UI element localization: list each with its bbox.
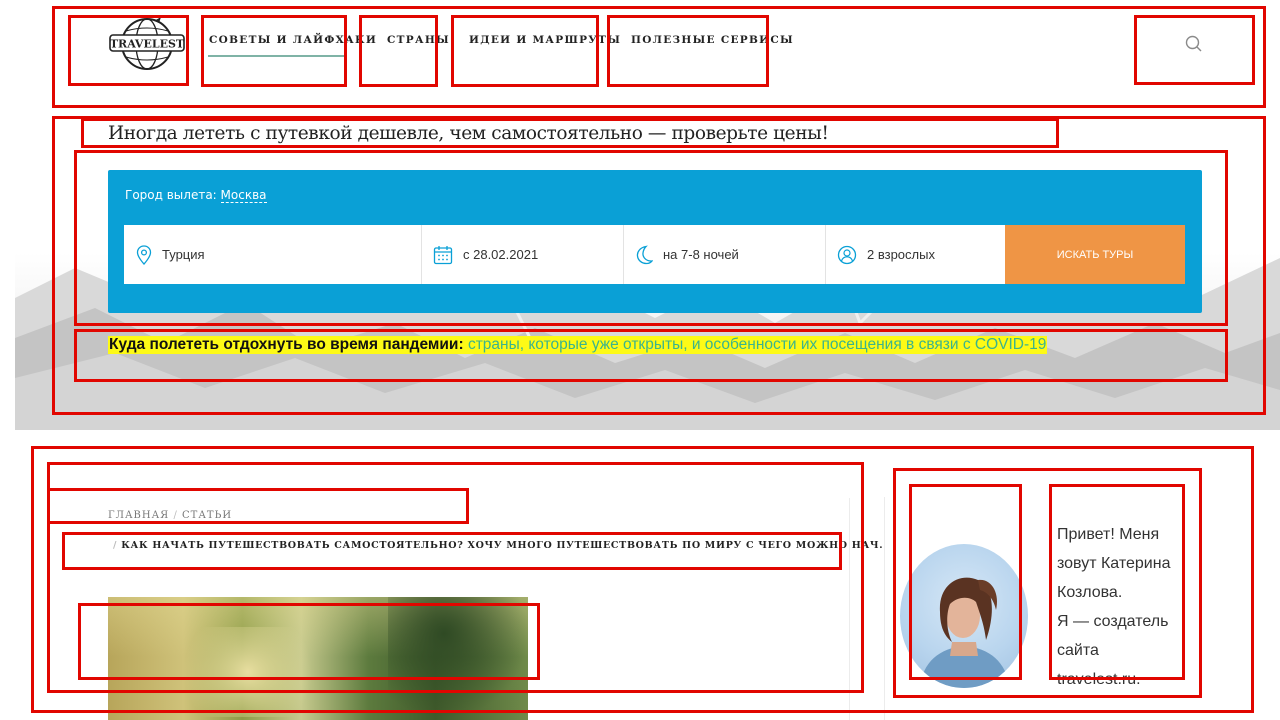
departure-city-select[interactable]: Москва: [220, 188, 267, 203]
search-tours-button[interactable]: Искать туры: [1005, 225, 1185, 284]
covid-countries-link[interactable]: страны, которые уже открыты, и особеннос…: [468, 336, 1046, 353]
bio-line: Я — создатель: [1057, 613, 1169, 630]
hero-title: Иногда лететь с путевкой дешевле, чем са…: [108, 123, 829, 144]
nights-field[interactable]: на 7-8 ночей: [624, 225, 825, 284]
bio-line: сайта: [1057, 642, 1099, 659]
destination-field[interactable]: Турция: [124, 225, 421, 284]
nav-useful-services[interactable]: Полезные сервисы: [631, 34, 794, 46]
globe-logo-icon: TRAVELEST: [109, 17, 185, 70]
moon-icon: [636, 245, 653, 264]
guests-field[interactable]: 2 взрослых: [826, 225, 1005, 284]
breadcrumb: Главная / Статьи: [108, 510, 232, 521]
nights-value: на 7-8 ночей: [663, 247, 739, 262]
bio-line: зовут Катерина: [1057, 555, 1171, 572]
bio-line: Привет! Меня: [1057, 526, 1160, 543]
author-photo: [920, 577, 1010, 688]
user-circle-icon: [837, 245, 857, 264]
covid-notice-title: Куда полететь отдохнуть во время пандеми…: [109, 336, 459, 353]
breadcrumb-current-page: / Как начать путешествовать самостоятель…: [113, 540, 883, 551]
covid-notice: Куда полететь отдохнуть во время пандеми…: [108, 336, 1048, 354]
guests-value: 2 взрослых: [867, 247, 935, 262]
breadcrumb-current-title: Как начать путешествовать самостоятельно…: [121, 540, 883, 551]
search-icon[interactable]: [1184, 34, 1204, 54]
departure-city-label: Город вылета:: [125, 188, 217, 202]
article-cover-image: [108, 597, 528, 720]
breadcrumb-separator: /: [173, 510, 178, 521]
location-pin-icon: [136, 244, 152, 265]
breadcrumb-separator: /: [113, 540, 118, 551]
date-value: с 28.02.2021: [463, 247, 539, 262]
author-bio: Привет! Меня зовут Катерина Козлова. Я —…: [1057, 520, 1192, 694]
nav-countries[interactable]: Страны: [387, 34, 450, 46]
author-avatar: [900, 544, 1028, 688]
site-header: [15, 0, 1280, 108]
nav-active-underline: [208, 55, 345, 57]
logo-text: TRAVELEST: [110, 38, 185, 51]
bio-line: travelest.ru.: [1057, 671, 1141, 688]
date-field[interactable]: с 28.02.2021: [422, 225, 623, 284]
covid-notice-colon: :: [458, 336, 464, 353]
calendar-icon: [433, 245, 453, 264]
breadcrumb-articles[interactable]: Статьи: [182, 510, 232, 521]
site-logo[interactable]: TRAVELEST: [107, 14, 185, 72]
destination-value: Турция: [162, 247, 205, 262]
nav-tips-lifehacks[interactable]: Советы и лайфхаки: [209, 34, 377, 46]
departure-city: Город вылета: Москва: [125, 188, 267, 203]
bio-line: Козлова.: [1057, 584, 1123, 601]
nav-ideas-routes[interactable]: Идеи и маршруты: [469, 34, 621, 46]
breadcrumb-home[interactable]: Главная: [108, 510, 169, 521]
